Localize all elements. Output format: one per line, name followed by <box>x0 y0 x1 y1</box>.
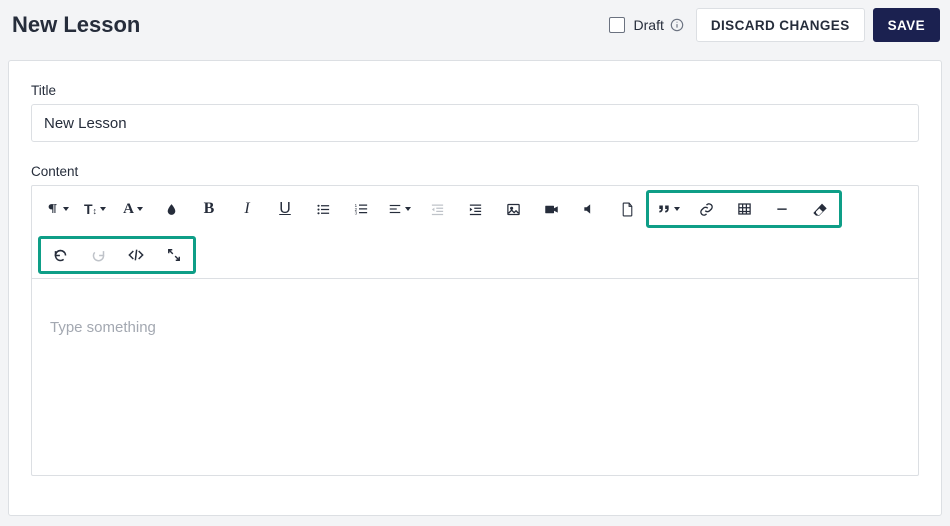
insert-file-button[interactable] <box>608 194 646 224</box>
content-label: Content <box>31 164 919 179</box>
font-size-button[interactable]: T↕ <box>76 194 114 224</box>
highlight-insert-group <box>646 190 842 228</box>
outdent-button[interactable] <box>418 194 456 224</box>
fullscreen-button[interactable] <box>155 240 193 270</box>
align-button[interactable] <box>380 194 418 224</box>
insert-hr-button[interactable] <box>763 194 801 224</box>
pilcrow-icon <box>46 202 60 216</box>
title-label: Title <box>31 83 919 98</box>
info-icon <box>670 18 684 32</box>
link-icon <box>699 202 714 217</box>
eraser-icon <box>812 202 828 216</box>
italic-button[interactable]: I <box>228 194 266 224</box>
redo-icon <box>91 248 106 263</box>
svg-text:1: 1 <box>354 203 357 208</box>
underline-button[interactable]: U <box>266 194 304 224</box>
table-icon <box>737 202 752 216</box>
insert-image-button[interactable] <box>494 194 532 224</box>
quote-button[interactable] <box>649 194 687 224</box>
insert-table-button[interactable] <box>725 194 763 224</box>
editor-body[interactable]: Type something <box>32 279 918 475</box>
expand-icon <box>167 248 181 262</box>
quote-icon <box>657 203 671 215</box>
drop-icon <box>165 203 178 216</box>
insert-link-button[interactable] <box>687 194 725 224</box>
form-panel: Title Content T↕ A <box>8 60 942 516</box>
bold-button[interactable]: B <box>190 194 228 224</box>
image-icon <box>506 202 521 217</box>
outdent-icon <box>430 202 445 217</box>
insert-audio-button[interactable] <box>570 194 608 224</box>
editor-toolbar: T↕ A B I U <box>32 186 918 279</box>
list-ol-icon: 123 <box>354 202 369 217</box>
undo-button[interactable] <box>41 240 79 270</box>
video-icon <box>544 203 559 216</box>
align-icon <box>388 202 402 216</box>
code-icon <box>128 248 144 262</box>
svg-text:3: 3 <box>354 210 357 215</box>
indent-icon <box>468 202 483 217</box>
clear-formatting-button[interactable] <box>801 194 839 224</box>
svg-text:2: 2 <box>354 206 357 211</box>
undo-icon <box>53 248 68 263</box>
draft-toggle[interactable]: Draft <box>605 14 684 36</box>
text-color-button[interactable]: A <box>114 194 152 224</box>
page-header: New Lesson Draft DISCARD CHANGES SAVE <box>0 0 950 50</box>
minus-icon <box>775 202 789 216</box>
save-button[interactable]: SAVE <box>873 8 940 42</box>
title-input[interactable] <box>31 104 919 142</box>
unordered-list-button[interactable] <box>304 194 342 224</box>
redo-button[interactable] <box>79 240 117 270</box>
page-title: New Lesson <box>12 12 140 38</box>
editor-placeholder: Type something <box>50 319 156 336</box>
rich-text-editor: T↕ A B I U <box>31 185 919 476</box>
discard-button[interactable]: DISCARD CHANGES <box>696 8 865 42</box>
background-color-button[interactable] <box>152 194 190 224</box>
volume-icon <box>582 202 596 216</box>
paragraph-format-button[interactable] <box>38 194 76 224</box>
list-ul-icon <box>316 202 331 217</box>
insert-video-button[interactable] <box>532 194 570 224</box>
draft-checkbox[interactable] <box>609 17 625 33</box>
file-icon <box>621 202 634 217</box>
indent-button[interactable] <box>456 194 494 224</box>
highlight-util-group <box>38 236 196 274</box>
draft-label: Draft <box>634 17 664 33</box>
ordered-list-button[interactable]: 123 <box>342 194 380 224</box>
code-view-button[interactable] <box>117 240 155 270</box>
